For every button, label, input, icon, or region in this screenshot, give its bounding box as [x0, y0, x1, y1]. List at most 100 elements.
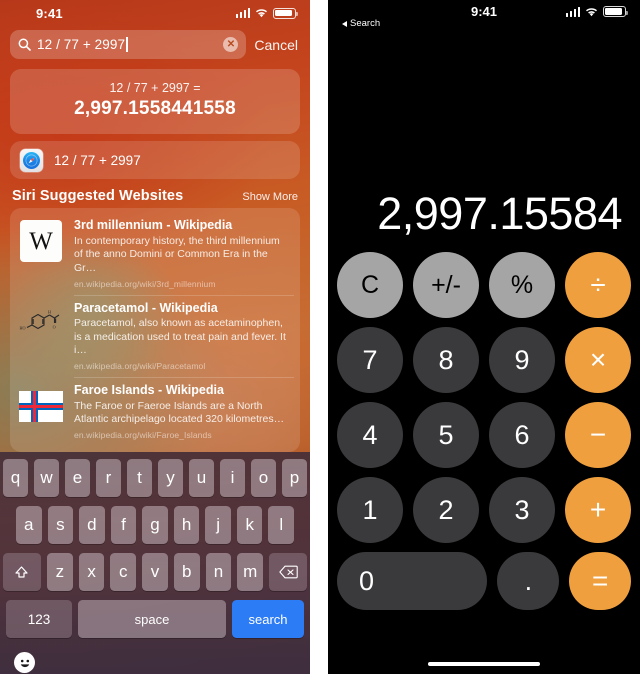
key-v[interactable]: v — [142, 553, 168, 591]
spotlight-search-screen: 9:41 12 / 77 + 2997 ✕ Cancel 12 / 77 + 2… — [0, 0, 310, 674]
divide-button[interactable]: ÷ — [565, 252, 631, 318]
key-z[interactable]: z — [46, 553, 73, 591]
emoji-row — [0, 638, 310, 673]
percent-button[interactable]: % — [489, 252, 555, 318]
siri-section-header: Siri Suggested Websites Show More — [12, 188, 298, 204]
calculator-keypad: C +/- % ÷ 7 8 9 × 4 5 6 − 1 2 3 + 0 . = — [328, 252, 640, 619]
search-input-value: 12 / 77 + 2997 — [37, 37, 126, 52]
key-g[interactable]: g — [142, 506, 168, 544]
key-j[interactable]: j — [205, 506, 231, 544]
sign-toggle-button[interactable]: +/- — [413, 252, 479, 318]
key-u[interactable]: u — [189, 459, 214, 497]
key-f[interactable]: f — [110, 506, 137, 544]
search-input[interactable]: 12 / 77 + 2997 ✕ — [10, 30, 247, 59]
status-bar: 9:41 — [0, 0, 310, 26]
search-key[interactable]: search — [232, 600, 304, 638]
keyboard-row-3: z x c v b n m — [0, 553, 310, 591]
show-more-button[interactable]: Show More — [242, 191, 298, 203]
space-key[interactable]: space — [78, 600, 226, 638]
on-screen-keyboard: q w e r t y u i o p a s d f g h j k l z … — [0, 452, 310, 674]
digit-1-button[interactable]: 1 — [337, 477, 403, 543]
home-indicator — [428, 662, 540, 666]
site-title: 3rd millennium - Wikipedia — [74, 218, 233, 232]
paracetamol-structure-icon: H O HO — [18, 301, 64, 347]
result-expression: 12 / 77 + 2997 = — [109, 81, 201, 95]
key-o[interactable]: o — [251, 459, 276, 497]
key-n[interactable]: n — [205, 553, 232, 591]
digit-9-button[interactable]: 9 — [489, 327, 555, 393]
key-y[interactable]: y — [158, 459, 183, 497]
key-s[interactable]: s — [47, 506, 74, 544]
search-icon — [18, 38, 31, 51]
key-l[interactable]: l — [268, 506, 295, 544]
result-value: 2,997.1558441558 — [74, 98, 236, 119]
list-item[interactable]: W 3rd millennium - Wikipedia In contempo… — [10, 212, 300, 295]
status-bar: 9:41 Search — [328, 0, 640, 30]
status-time: 9:41 — [470, 4, 498, 19]
key-a[interactable]: a — [15, 506, 42, 544]
calculation-result-card[interactable]: 12 / 77 + 2997 = 2,997.1558441558 — [10, 69, 300, 134]
cellular-bars-icon — [235, 8, 250, 18]
shift-arrow-icon[interactable] — [2, 553, 41, 591]
key-e[interactable]: e — [65, 459, 90, 497]
clear-button[interactable]: C — [337, 252, 403, 318]
minus-button[interactable]: − — [565, 402, 631, 468]
site-url: en.wikipedia.org/wiki/Paracetamol — [74, 361, 206, 372]
cellular-bars-icon — [565, 6, 580, 17]
digit-5-button[interactable]: 5 — [413, 402, 479, 468]
digit-6-button[interactable]: 6 — [489, 402, 555, 468]
back-triangle-icon — [342, 20, 347, 27]
digit-0-button[interactable]: 0 — [337, 552, 488, 610]
list-item[interactable]: Faroe Islands - Wikipedia The Faroe or F… — [10, 377, 300, 446]
status-time: 9:41 — [36, 5, 63, 21]
key-q[interactable]: q — [3, 459, 28, 497]
key-x[interactable]: x — [78, 553, 105, 591]
digit-7-button[interactable]: 7 — [337, 327, 403, 393]
key-t[interactable]: t — [127, 459, 152, 497]
keypad-row-5: 0 . = — [337, 552, 631, 610]
key-c[interactable]: c — [110, 553, 137, 591]
numeric-key[interactable]: 123 — [6, 600, 72, 638]
backspace-icon[interactable] — [269, 553, 308, 591]
suggested-websites-list: W 3rd millennium - Wikipedia In contempo… — [10, 208, 300, 452]
safari-icon — [20, 148, 43, 172]
site-title: Faroe Islands - Wikipedia — [74, 383, 224, 398]
digit-8-button[interactable]: 8 — [413, 327, 479, 393]
site-description: In contemporary history, the third mille… — [74, 234, 280, 274]
key-p[interactable]: p — [282, 459, 307, 497]
key-w[interactable]: w — [34, 459, 59, 497]
digit-2-button[interactable]: 2 — [413, 477, 479, 543]
battery-icon — [273, 7, 298, 19]
cancel-button[interactable]: Cancel — [254, 37, 300, 53]
key-r[interactable]: r — [96, 459, 121, 497]
back-to-search-button[interactable]: Search — [342, 18, 380, 29]
site-url: en.wikipedia.org/wiki/3rd_millennium — [74, 278, 216, 289]
key-m[interactable]: m — [237, 553, 264, 591]
svg-text:H: H — [48, 309, 51, 314]
panel-divider — [310, 0, 328, 674]
keypad-row-2: 7 8 9 × — [337, 327, 631, 393]
clear-circle-icon[interactable]: ✕ — [223, 37, 239, 52]
emoji-smiley-icon[interactable] — [14, 652, 35, 673]
list-item[interactable]: H O HO Paracetamol - Wikipedia Paracetam… — [10, 294, 300, 378]
key-d[interactable]: d — [79, 506, 105, 544]
text-cursor — [126, 37, 128, 52]
key-i[interactable]: i — [220, 459, 245, 497]
multiply-button[interactable]: × — [565, 327, 631, 393]
digit-3-button[interactable]: 3 — [489, 477, 555, 543]
siri-section-title: Siri Suggested Websites — [12, 188, 184, 204]
wikipedia-w-glyph: W — [29, 227, 53, 255]
svg-text:HO: HO — [20, 325, 26, 330]
digit-4-button[interactable]: 4 — [337, 402, 403, 468]
faroe-islands-flag-icon — [18, 383, 64, 429]
equals-button[interactable]: = — [569, 552, 631, 610]
key-h[interactable]: h — [173, 506, 200, 544]
decimal-point-button[interactable]: . — [497, 552, 560, 610]
keyboard-row-2: a s d f g h j k l — [0, 506, 310, 544]
wifi-icon — [255, 8, 268, 18]
plus-button[interactable]: + — [565, 477, 631, 543]
key-b[interactable]: b — [173, 553, 200, 591]
site-description: Paracetamol, also known as acetaminophen… — [74, 317, 286, 357]
safari-suggestion-row[interactable]: 12 / 77 + 2997 — [10, 141, 300, 179]
key-k[interactable]: k — [236, 506, 263, 544]
